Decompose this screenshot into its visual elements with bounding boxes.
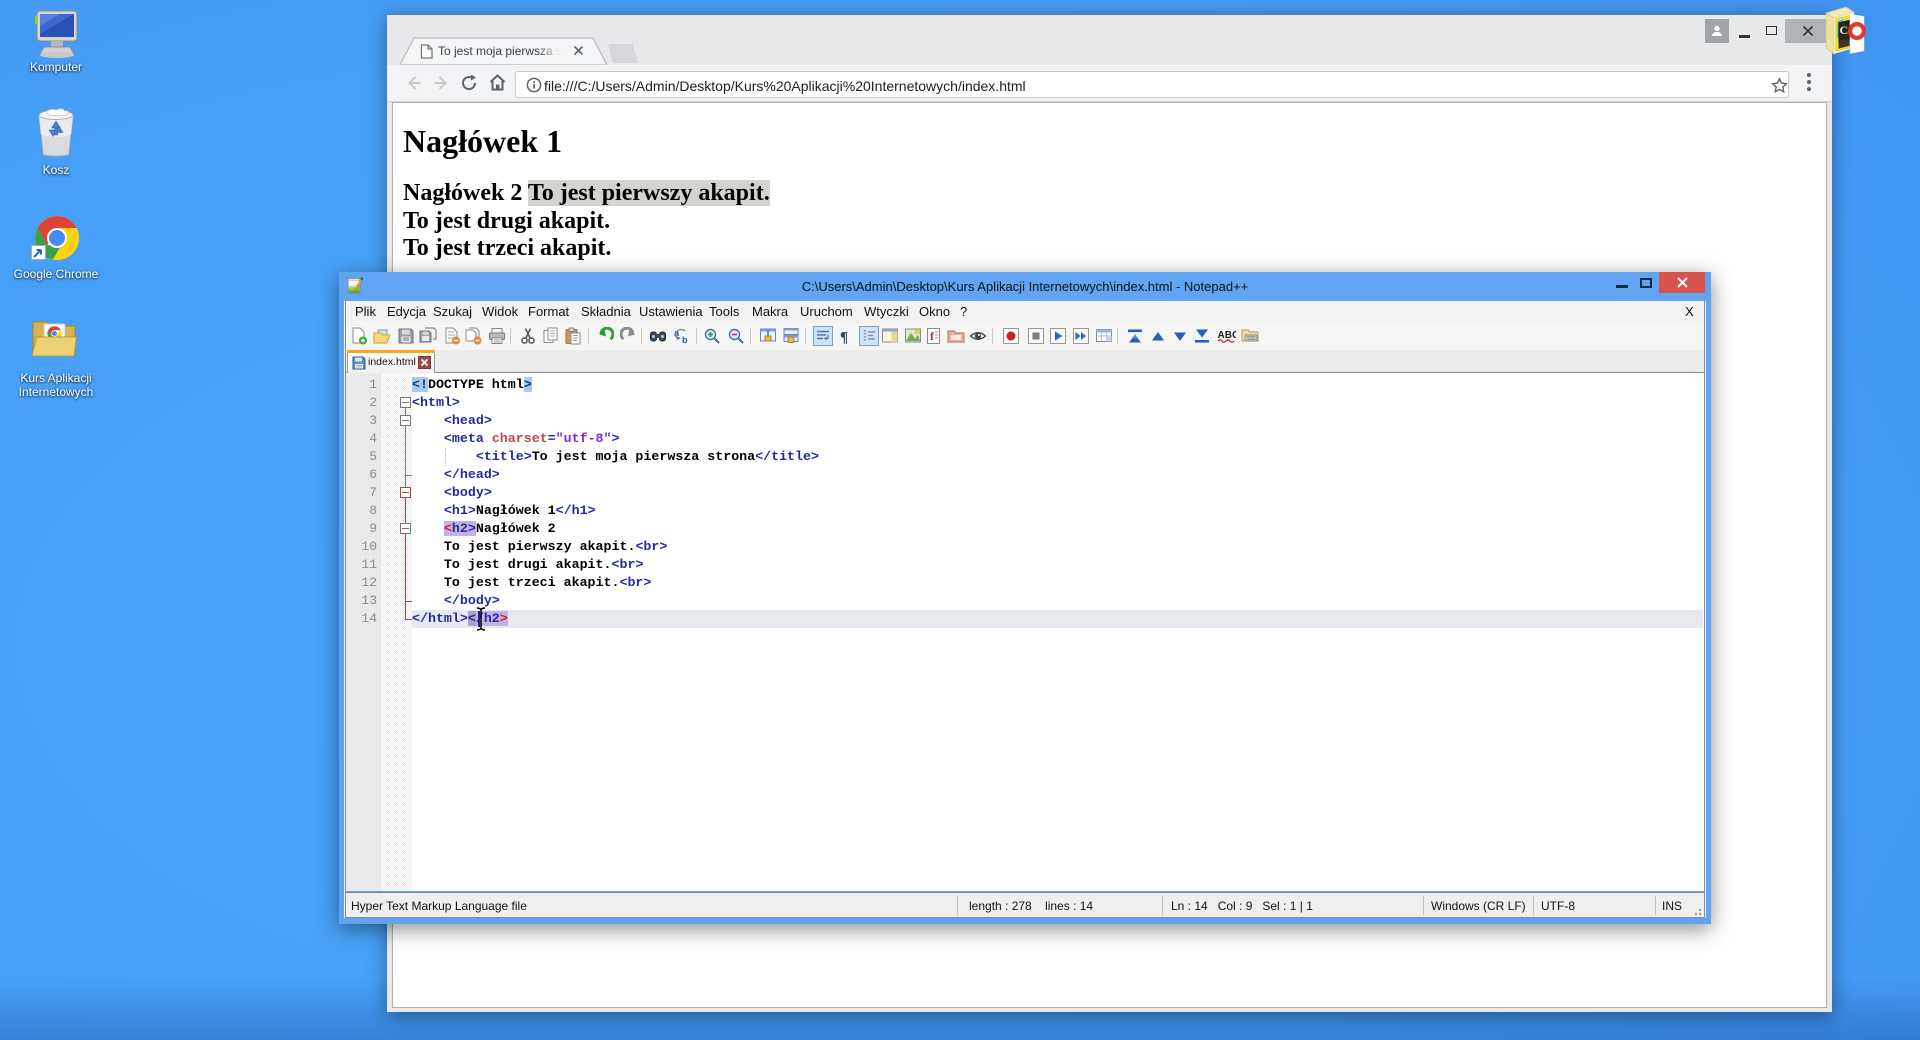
svg-text:C: C: [1840, 23, 1849, 37]
svg-text:¶: ¶: [840, 330, 848, 346]
svg-text:b: b: [682, 335, 688, 345]
